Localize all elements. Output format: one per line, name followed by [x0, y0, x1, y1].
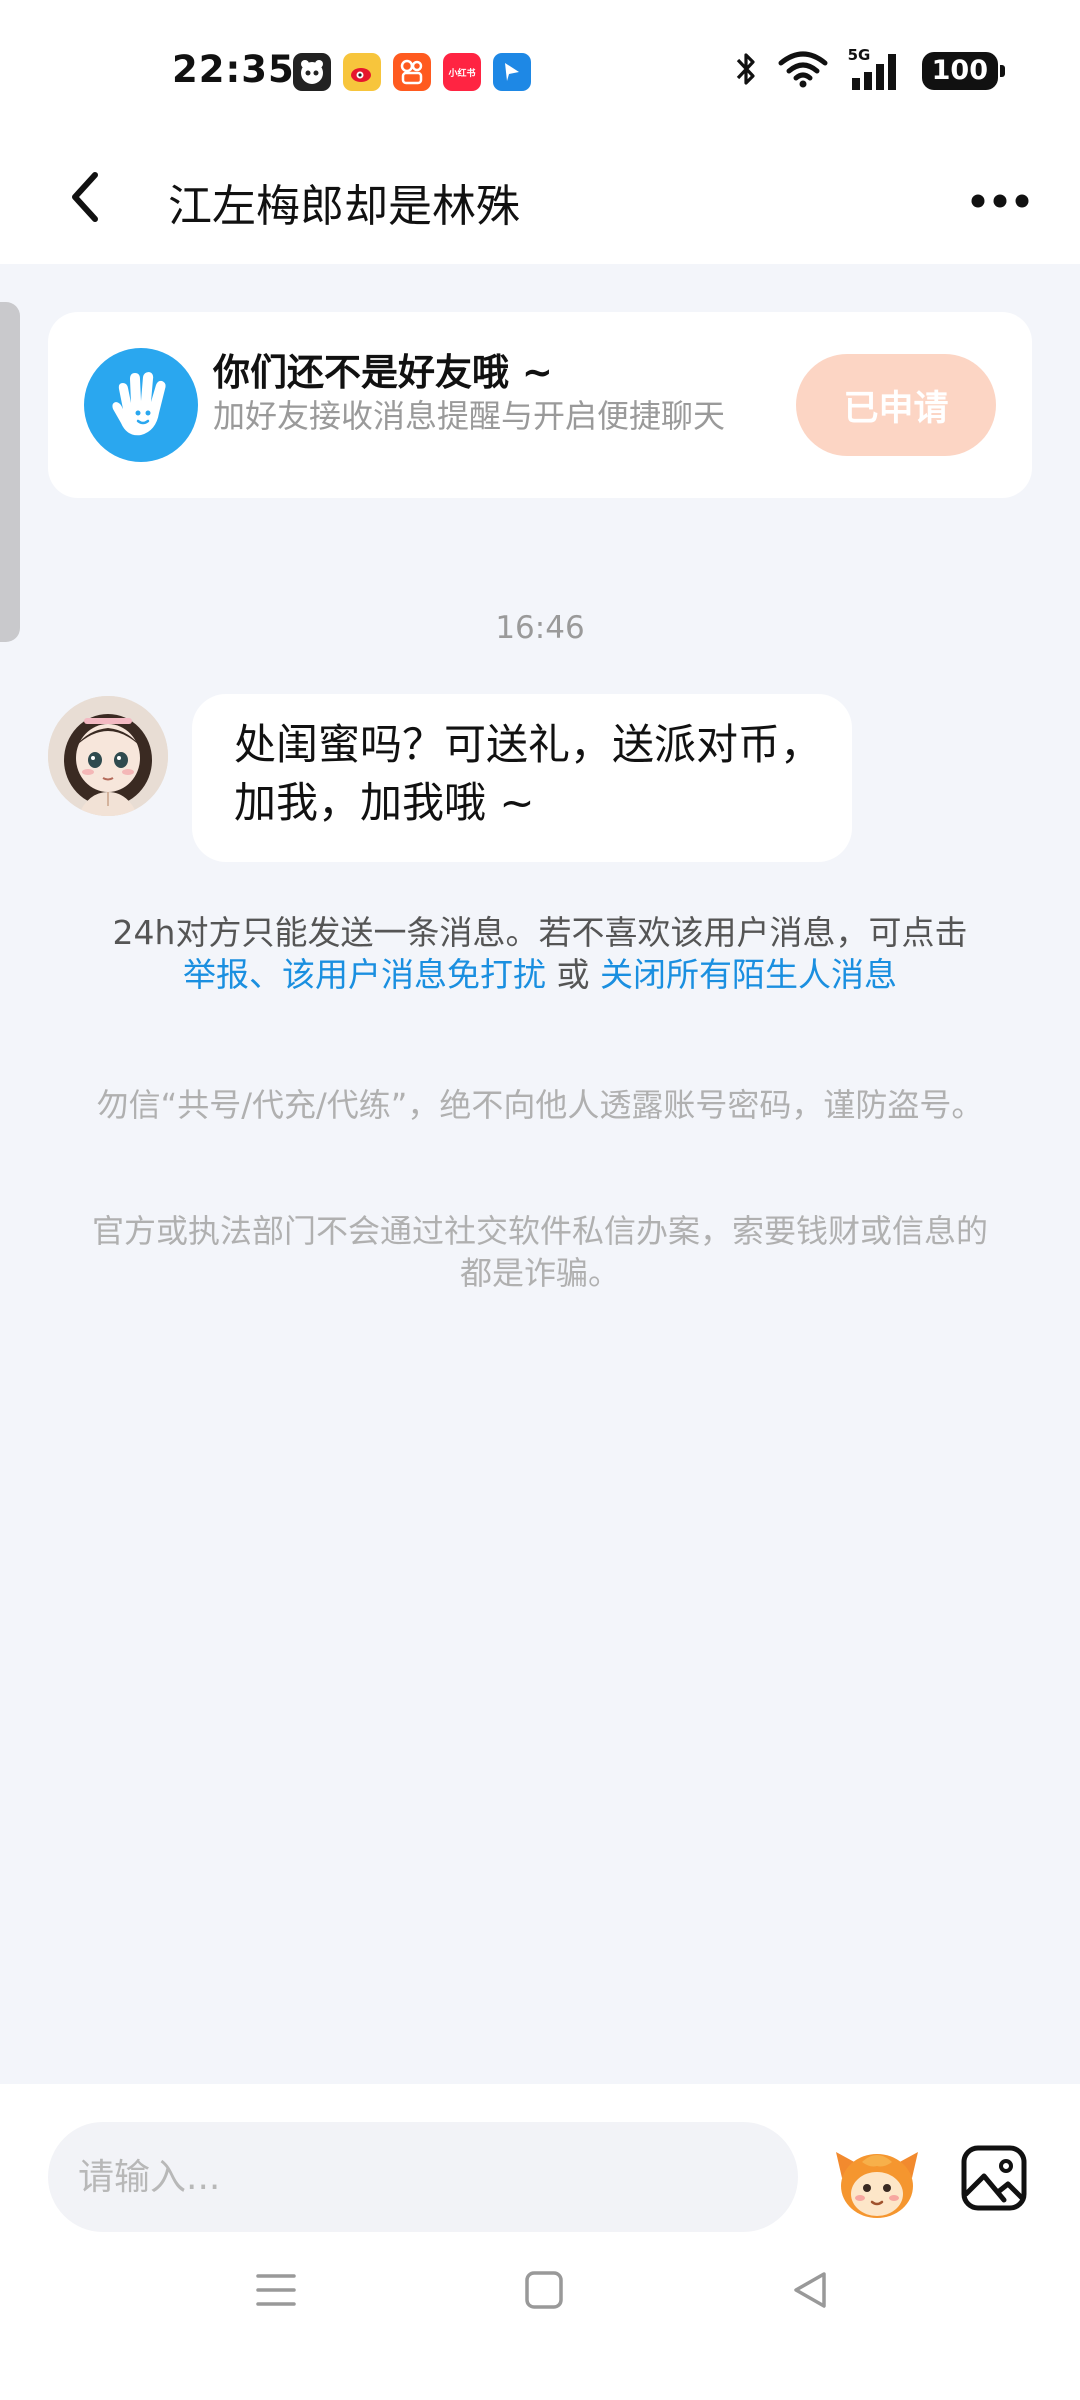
message-timestamp: 16:46: [495, 610, 585, 646]
weibo-icon: [343, 53, 381, 91]
chat-header: 江左梅郎却是林殊: [0, 140, 1080, 264]
mascot-icon: [836, 2152, 918, 2218]
image-icon: [961, 2145, 1027, 2211]
menu-icon: [256, 2274, 296, 2306]
image-picker-button[interactable]: [958, 2142, 1030, 2214]
battery-indicator: 100: [921, 52, 1006, 90]
notice-or-text: 或: [546, 955, 600, 994]
bluetooth-icon: [734, 50, 758, 92]
chat-area[interactable]: 你们还不是好友哦 ~ 加好友接收消息提醒与开启便捷聊天 已申请 16:46 处闺…: [0, 264, 1080, 2084]
close-stranger-messages-link[interactable]: 关闭所有陌生人消息: [600, 955, 897, 994]
home-square-icon: [525, 2271, 563, 2309]
message-input[interactable]: [48, 2122, 798, 2232]
security-warning-account: 勿信“共号/代充/代练”，绝不向他人透露账号密码，谨防盗号。: [96, 1086, 984, 1124]
feishu-icon: [493, 53, 531, 91]
panda-app-icon: [293, 53, 331, 91]
message-text: 处闺蜜吗？可送礼，送派对币，加我，加我哦 ~: [234, 720, 823, 827]
more-dots-icon: [971, 194, 1029, 208]
back-triangle-icon: [794, 2272, 826, 2308]
notification-app-icons: 小红书: [293, 53, 531, 91]
scrollbar[interactable]: [0, 302, 20, 642]
chevron-left-icon: [72, 172, 98, 222]
notice-text: 24h对方只能发送一条消息。若不喜欢该用户消息，可点击: [112, 913, 968, 952]
avatar[interactable]: [48, 696, 168, 816]
cellular-signal-icon: 5G: [848, 46, 902, 92]
friend-card-title: 你们还不是好友哦 ~: [213, 351, 553, 394]
home-nav-button[interactable]: [514, 2260, 574, 2320]
more-options-button[interactable]: [960, 166, 1040, 236]
report-link[interactable]: 举报: [183, 955, 249, 994]
friend-request-card: 你们还不是好友哦 ~ 加好友接收消息提醒与开启便捷聊天 已申请: [48, 312, 1032, 498]
xiaohongshu-label: 小红书: [448, 68, 476, 79]
friend-card-subtitle: 加好友接收消息提醒与开启便捷聊天: [213, 397, 726, 435]
wifi-icon: [778, 50, 828, 92]
back-button[interactable]: [50, 162, 120, 232]
status-time: 22:35: [172, 48, 295, 91]
mute-user-link[interactable]: 、该用户消息免打扰: [249, 955, 546, 994]
wave-hand-icon: [84, 348, 198, 462]
kuaishou-icon: [393, 53, 431, 91]
xiaohongshu-icon: 小红书: [443, 53, 481, 91]
security-warning-fraud: 官方或执法部门不会通过社交软件私信办案，索要钱财或信息的都是诈骗。: [91, 1212, 988, 1292]
chat-title: 江左梅郎却是林殊: [168, 181, 520, 232]
system-status-icons: 5G 100: [734, 46, 1006, 92]
system-navigation-bar: [0, 2230, 1080, 2350]
emoji-mascot-button[interactable]: [832, 2138, 922, 2224]
menu-nav-button[interactable]: [246, 2260, 306, 2320]
stranger-message-notice: 24h对方只能发送一条消息。若不喜欢该用户消息，可点击 举报、该用户消息免打扰 …: [60, 912, 1020, 996]
applied-button[interactable]: 已申请: [796, 354, 996, 456]
back-nav-button[interactable]: [780, 2260, 840, 2320]
status-bar: 22:35 小红书 5G 100: [0, 0, 1080, 140]
message-bubble[interactable]: 处闺蜜吗？可送礼，送派对币，加我，加我哦 ~: [192, 694, 852, 862]
